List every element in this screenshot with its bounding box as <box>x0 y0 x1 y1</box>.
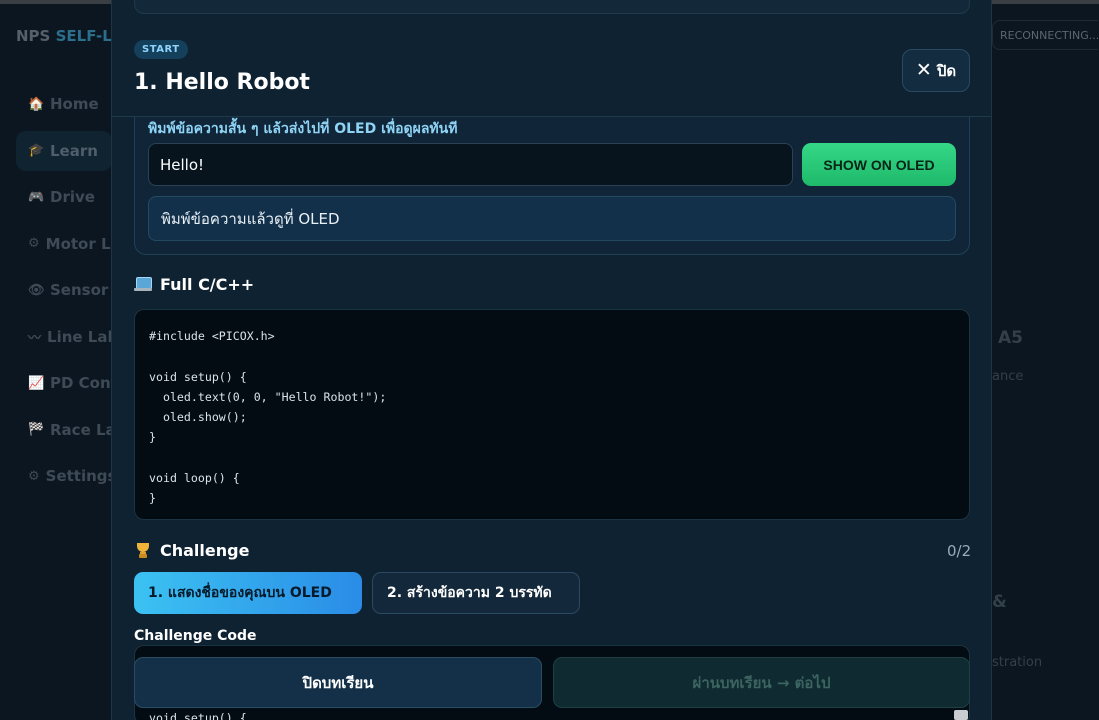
challenge-tab-2[interactable]: 2. สร้างข้อความ 2 บรรทัด <box>372 572 580 614</box>
connection-status: RECONNECTING... <box>992 20 1098 50</box>
sidebar-item-label: Drive <box>50 188 95 206</box>
sidebar-item-settings[interactable]: ⚙ Settings <box>16 456 112 496</box>
code-section-label: Full C/C++ <box>160 275 255 294</box>
laptop-icon <box>134 277 152 292</box>
sidebar-item-line-lab[interactable]: 〰 Line Lab <box>16 317 112 357</box>
sidebar-item-label: Motor Lab <box>45 234 112 253</box>
challenge-section-title: Challenge <box>134 541 249 560</box>
bg-card-title-fragment-2: & <box>992 592 1007 612</box>
sidebar-item-learn[interactable]: 🎓 Learn <box>16 130 112 171</box>
sensor-icon: 👁 <box>28 282 45 298</box>
lesson-modal: พิมพ์ข้อความสั้น ๆ แล้วส่งไปที่ OLED เพื… <box>111 0 992 720</box>
close-modal-button[interactable]: ✕ ปิด <box>902 49 970 92</box>
code-block[interactable]: #include <PICOX.h> void setup() { oled.t… <box>134 309 970 520</box>
sidebar-item-drive[interactable]: 🎮 Drive <box>16 177 112 217</box>
sidebar-item-sensor-lab[interactable]: 👁 Sensor Lab <box>16 270 112 310</box>
code-section-title: Full C/C++ <box>134 275 254 294</box>
brand-prefix: NPS <box>16 27 51 45</box>
line-icon: 〰 <box>28 331 42 346</box>
sidebar-item-label: Settings <box>45 467 112 485</box>
challenge-section-label: Challenge <box>160 541 250 560</box>
pass-lesson-button[interactable]: ผ่านบทเรียน → ต่อไป <box>553 657 970 708</box>
sidebar-item-label: Home <box>50 95 99 113</box>
challenge-tab-1[interactable]: 1. แสดงชื่อของคุณบน OLED <box>134 572 362 614</box>
modal-header: START 1. Hello Robot ✕ ปิด <box>112 0 991 117</box>
learn-icon: 🎓 <box>28 143 45 158</box>
sidebar-item-motor-lab[interactable]: ⚙ Motor Lab <box>16 224 112 264</box>
pd-icon: 📈 <box>28 375 45 391</box>
challenge-progress: 0/2 <box>947 542 972 560</box>
oled-hint: พิมพ์ข้อความสั้น ๆ แล้วส่งไปที่ OLED เพื… <box>148 121 458 137</box>
sidebar-item-race-lab[interactable]: 🏁 Race Lab <box>16 410 112 450</box>
previous-card-edge <box>134 0 970 14</box>
lesson-title: 1. Hello Robot <box>134 70 310 95</box>
brand-highlight: SELF-L <box>55 27 112 45</box>
editor-scrollbar[interactable] <box>954 710 968 720</box>
sidebar-item-pd-control[interactable]: 📈 PD Control <box>16 363 112 403</box>
code-text: #include <PICOX.h> void setup() { oled.t… <box>149 329 387 506</box>
sidebar-item-label: Line Lab <box>47 327 112 346</box>
sidebar-item-label: Sensor Lab <box>50 281 112 299</box>
drive-icon: 🎮 <box>28 189 45 205</box>
sidebar-item-label: Learn <box>50 141 98 160</box>
trophy-icon <box>134 542 152 560</box>
close-modal-label: ปิด <box>936 61 957 80</box>
close-icon: ✕ <box>915 59 932 81</box>
oled-status-text: พิมพ์ข้อความแล้วดูที่ OLED <box>148 196 956 241</box>
close-lesson-button[interactable]: ปิดบทเรียน <box>134 657 542 708</box>
challenge-code-text: void setup() { <box>149 711 247 720</box>
race-icon: 🏁 <box>28 422 45 437</box>
sidebar-item-label: Race Lab <box>50 420 112 439</box>
bg-card-title-fragment: A5 <box>998 328 1023 348</box>
challenge-code-label: Challenge Code <box>134 628 257 644</box>
sidebar: 🏠 Home 🎓 Learn 🎮 Drive ⚙ Motor Lab 👁 Sensor L… <box>16 84 112 503</box>
bg-card-text-fragment: ance <box>992 369 1024 384</box>
sidebar-item-home[interactable]: 🏠 Home <box>16 84 112 124</box>
oled-text-input[interactable] <box>148 143 793 186</box>
lesson-badge: START <box>134 40 188 59</box>
brand-logo: NPS SELF-L <box>16 27 112 45</box>
sidebar-item-label: PD Control <box>50 374 112 392</box>
show-on-oled-button[interactable]: SHOW ON OLED <box>802 143 956 186</box>
motor-icon: ⚙ <box>28 236 40 251</box>
settings-icon: ⚙ <box>28 468 40 484</box>
home-icon: 🏠 <box>28 96 45 112</box>
bg-card-text-fragment-2: stration <box>992 655 1043 670</box>
